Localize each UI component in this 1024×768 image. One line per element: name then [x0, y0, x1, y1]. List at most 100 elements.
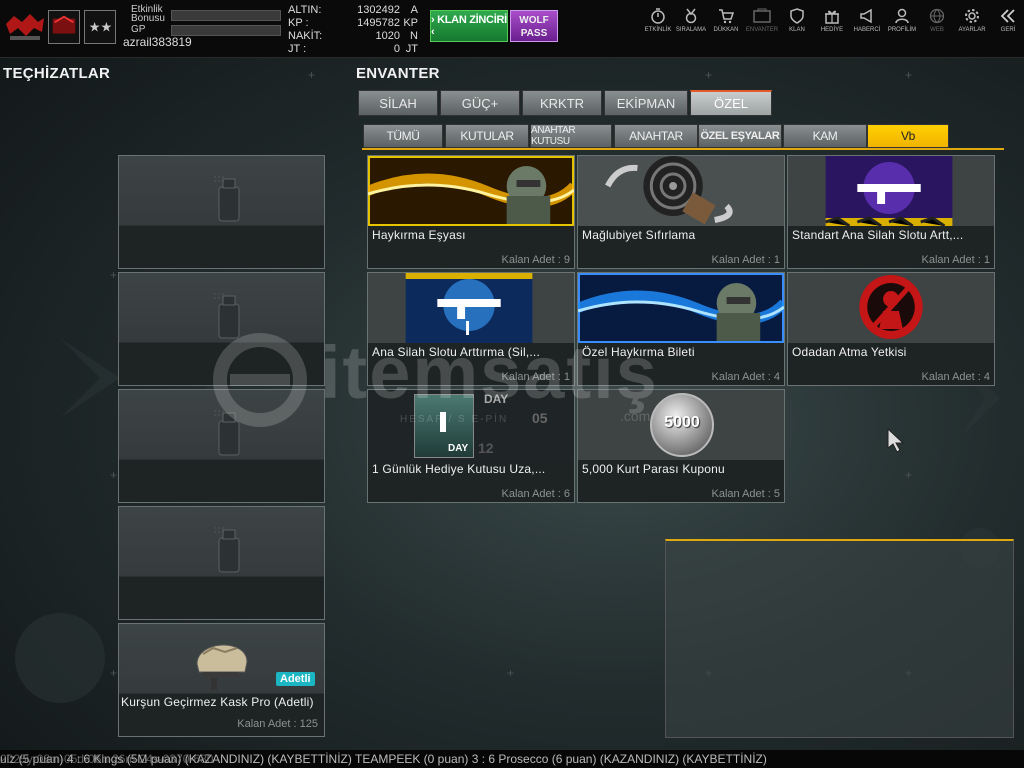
item-count: Kalan Adet : 4	[711, 371, 781, 383]
wolf-pass-button[interactable]: WOLF PASS	[510, 10, 558, 42]
nav-dukkan[interactable]: DÜKKAN	[708, 8, 744, 33]
kick-permission-image	[788, 273, 994, 343]
inventory-item[interactable]: Ana Silah Slotu Arttırma (Sil,... Kalan …	[367, 272, 575, 386]
medal-icon	[685, 8, 697, 24]
bonus-bar	[171, 10, 281, 21]
subtab-tumu[interactable]: TÜMÜ	[363, 124, 443, 148]
svg-text:★★: ★★	[89, 21, 113, 36]
item-info-panel	[665, 539, 1014, 738]
item-count: Kalan Adet : 9	[501, 254, 571, 266]
bonus-label-2: Bonusu	[131, 13, 165, 24]
tab-krktr[interactable]: KRKTR	[522, 90, 602, 116]
currency-row: NAKİT: 1020 N	[288, 30, 418, 42]
inventory-item[interactable]: 5000 5,000 Kurt Parası Kuponu Kalan Adet…	[577, 389, 785, 503]
tab-silah[interactable]: SİLAH	[358, 90, 438, 116]
rank-emblem-icon[interactable]	[48, 10, 80, 44]
nav-etkinlik[interactable]: ETKİNLİK	[640, 8, 676, 33]
currency-row: KP :1495782 KP	[288, 17, 418, 29]
globe-icon	[929, 8, 945, 24]
cross-decor: +	[905, 468, 913, 482]
subtab-vb[interactable]: Vb	[867, 124, 949, 148]
gift-icon	[825, 10, 839, 24]
inventory-item[interactable]: DAY DAY 05 12 1 Günlük Hediye Kutusu Uza…	[367, 389, 575, 503]
nav-hediye[interactable]: HEDİYE	[814, 8, 850, 33]
item-name: Mağlubiyet Sıfırlama	[582, 228, 696, 242]
grenade-placeholder-icon	[214, 293, 240, 339]
nav-siralama[interactable]: SIRALAMA	[673, 8, 709, 33]
subtab-anahtar-kutusu[interactable]: ANAHTAR KUTUSU	[530, 124, 612, 148]
tab-ozel[interactable]: ÖZEL	[690, 90, 772, 116]
gift-box-day-image: DAY DAY 05 12	[368, 390, 574, 460]
cross-decor: +	[308, 68, 316, 82]
kill-feed-ticker: ulz (5 puan) 4 : 6 Kings (5M puan) (KAZA…	[0, 750, 1024, 768]
cross-decor: +	[705, 68, 713, 82]
loss-reset-image	[578, 156, 784, 226]
rank-stars-icon[interactable]: ★★	[84, 10, 116, 44]
item-name: Standart Ana Silah Slotu Artt,...	[792, 228, 964, 242]
megaphone-icon	[860, 8, 872, 24]
slot-expand-blue-image	[368, 273, 574, 343]
nav-ayarlar[interactable]: AYARLAR	[954, 8, 990, 33]
item-name: Özel Haykırma Bileti	[582, 345, 695, 359]
nav-klan[interactable]: KLAN	[779, 8, 815, 33]
subtab-ozel-esyalar[interactable]: ÖZEL EŞYALAR	[698, 124, 782, 148]
currency-row: ALTIN: 1302492 A	[288, 4, 418, 16]
mouse-cursor-icon	[887, 428, 905, 453]
game-logo-icon	[6, 14, 44, 40]
inventory-icon	[753, 8, 771, 23]
nav-geri[interactable]: GERİ	[990, 8, 1024, 33]
inventory-title: ENVANTER	[356, 65, 440, 82]
shout-item-image	[368, 156, 574, 226]
inventory-item[interactable]: Haykırma Eşyası Kalan Adet : 9	[367, 155, 575, 269]
cross-decor: +	[507, 666, 515, 680]
stopwatch-icon	[651, 8, 665, 24]
gear-icon	[965, 9, 979, 23]
item-count: Kalan Adet : 1	[921, 254, 991, 266]
special-shout-ticket-image	[578, 273, 784, 343]
inventory-item[interactable]: Standart Ana Silah Slotu Artt,... Kalan …	[787, 155, 995, 269]
item-name: Ana Silah Slotu Arttırma (Sil,...	[372, 345, 540, 359]
profile-icon	[895, 8, 909, 24]
inventory-item[interactable]: Özel Haykırma Bileti Kalan Adet : 4	[577, 272, 785, 386]
slot-expand-purple-image	[788, 156, 994, 226]
cross-decor: +	[110, 468, 118, 482]
subtab-kam[interactable]: KAM	[783, 124, 867, 148]
klan-zinciri-button[interactable]: › KLAN ZİNCİRİ ‹	[430, 10, 508, 42]
helmet-name: Kurşun Geçirmez Kask Pro (Adetli)	[121, 695, 314, 709]
top-bar: ★★ Etkinlik Bonusu GP azrail383819 ALTIN…	[0, 0, 1024, 58]
subtab-anahtar[interactable]: ANAHTAR	[614, 124, 698, 148]
nav-web[interactable]: WEB	[919, 8, 955, 33]
nav-profilim[interactable]: PROFİLİM	[884, 8, 920, 33]
equipment-slot-helmet[interactable]: Adetli Kurşun Geçirmez Kask Pro (Adetli)…	[118, 623, 325, 737]
helmet-icon	[196, 644, 248, 690]
back-chevron-icon	[1000, 9, 1015, 23]
inventory-item[interactable]: Odadan Atma Yetkisi Kalan Adet : 4	[787, 272, 995, 386]
inventory-subtabs: TÜMÜ KUTULAR ANAHTAR KUTUSU ANAHTAR ÖZEL…	[362, 124, 1004, 150]
nav-haberci[interactable]: HABERCİ	[849, 8, 885, 33]
grenade-placeholder-icon	[214, 176, 240, 222]
grenade-placeholder-icon	[214, 527, 240, 573]
tab-ekipman[interactable]: EKİPMAN	[604, 90, 688, 116]
adetli-badge: Adetli	[276, 672, 315, 686]
gp-label: GP	[131, 24, 146, 35]
item-count: Kalan Adet : 4	[921, 371, 991, 383]
timestamp-overlay: 2025y-08m-05d-06h-26m-24s-0370-680	[0, 752, 214, 766]
item-count: Kalan Adet : 1	[501, 371, 571, 383]
cross-decor: +	[110, 666, 118, 680]
equipment-slot[interactable]	[118, 272, 325, 386]
equipment-slot[interactable]	[118, 155, 325, 269]
currency-row: JT :0 JT	[288, 43, 418, 55]
shield-icon	[790, 8, 804, 24]
subtab-kutular[interactable]: KUTULAR	[445, 124, 529, 148]
nav-envanter[interactable]: ENVANTER	[744, 8, 780, 33]
helmet-count: Kalan Adet : 125	[237, 718, 318, 730]
tab-guc[interactable]: GÜÇ+	[440, 90, 520, 116]
username: azrail383819	[123, 35, 192, 49]
coin-coupon-image: 5000	[578, 390, 784, 460]
item-count: Kalan Adet : 5	[711, 488, 781, 500]
equipment-slot[interactable]	[118, 506, 325, 620]
user-info: Etkinlik Bonusu GP azrail383819	[123, 4, 285, 54]
inventory-item[interactable]: Mağlubiyet Sıfırlama Kalan Adet : 1	[577, 155, 785, 269]
equipment-slot[interactable]	[118, 389, 325, 503]
cart-icon	[719, 9, 734, 24]
